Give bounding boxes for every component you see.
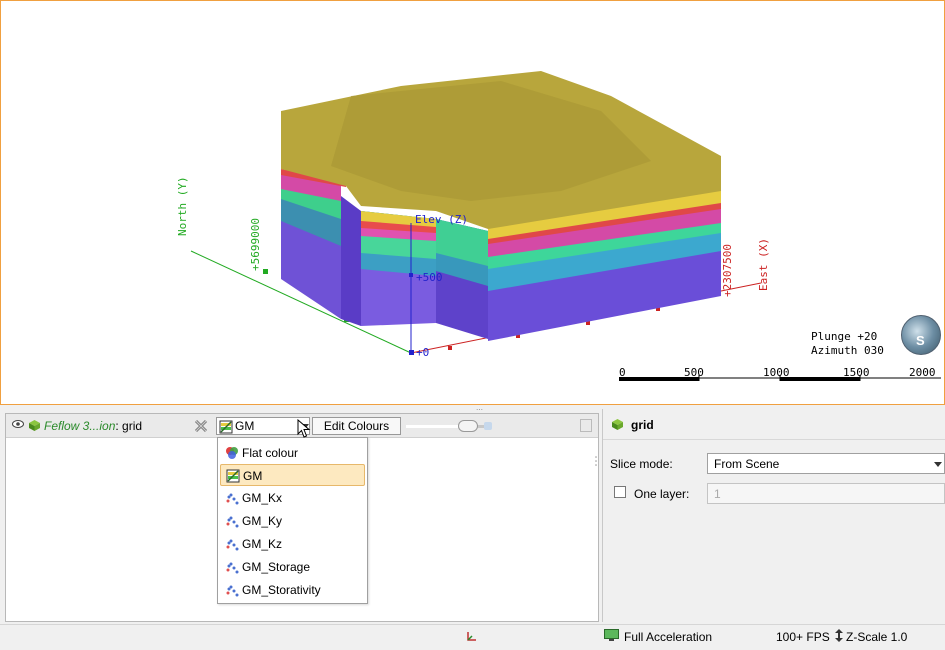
dropdown-item-label: GM_Kx (242, 491, 283, 505)
azimuth-text: Azimuth 030 (811, 344, 884, 357)
elev-axis-label: Elev (Z) (415, 213, 468, 226)
slice-mode-select[interactable]: From Scene (707, 453, 945, 474)
scale-tick-500: 500 (684, 366, 704, 379)
dropdown-item-label: GM (243, 469, 263, 483)
panel-menu-icon[interactable] (580, 419, 592, 432)
zscale-icon[interactable] (834, 629, 844, 642)
one-layer-checkbox[interactable] (614, 486, 626, 498)
scale-tick-0: 0 (619, 366, 626, 379)
dropdown-item-label: Flat colour (242, 446, 299, 460)
scale-tick-2000: 2000 (909, 366, 936, 379)
gm-icon (226, 469, 240, 483)
axes-small-icon (467, 632, 476, 641)
mouse-cursor-icon (297, 419, 311, 438)
properties-title: grid (631, 418, 654, 432)
dropdown-item-gm-storage[interactable]: GM_Storage (220, 556, 365, 578)
scale-tick-1000: 1000 (763, 366, 790, 379)
scatter-icon (226, 493, 239, 505)
dropdown-item-label: GM_Kz (242, 537, 283, 551)
compass-globe-icon[interactable]: S (901, 315, 941, 355)
gm-icon (219, 420, 233, 434)
shape-title-italic: Feflow 3...ion (44, 419, 116, 433)
scene-viewport[interactable]: North (Y) +5699000 East (X) +2307500 Ele… (0, 0, 945, 405)
dropdown-item-gm-ky[interactable]: GM_Ky (220, 510, 365, 532)
east-tick-label: +2307500 (721, 244, 734, 297)
dropdown-item-label: GM_Ky (242, 514, 283, 528)
scatter-icon (226, 585, 239, 597)
shape-title: Feflow 3...ion: grid (44, 419, 142, 433)
colour-select-value: GM (235, 419, 255, 433)
shape-title-rest: : grid (115, 419, 143, 433)
dropdown-item-gm-storativity[interactable]: GM_Storativity (220, 579, 365, 601)
remove-x-icon[interactable] (193, 418, 209, 434)
monitor-icon (604, 629, 619, 641)
one-layer-label: One layer: (634, 487, 690, 501)
dropdown-item-gm-kz[interactable]: GM_Kz (220, 533, 365, 555)
slice-mode-value: From Scene (714, 457, 780, 471)
plunge-text: Plunge +20 (811, 330, 878, 343)
acceleration-status: Full Acceleration (624, 630, 713, 644)
colour-select[interactable]: GM (216, 417, 310, 435)
opacity-slider-thumb[interactable] (458, 420, 478, 432)
one-layer-input[interactable]: 1 (707, 483, 945, 504)
scatter-icon (226, 539, 239, 551)
grid-cube-icon (612, 419, 623, 430)
colour-dropdown-list: Flat colour GM GM_Kx GM_Ky GM_Kz GM_Stor… (217, 437, 368, 604)
opacity-end-icon (484, 422, 492, 430)
chevron-down-icon (934, 462, 942, 467)
dropdown-item-label: GM_Storativity (242, 583, 321, 597)
opacity-slider-fill (406, 425, 458, 428)
dropdown-item-flat-colour[interactable]: Flat colour (220, 442, 365, 464)
north-tick-label: +5699000 (249, 218, 262, 271)
flat-colour-icon (226, 447, 238, 459)
properties-header: grid (603, 409, 945, 440)
fps-status: 100+ FPS (776, 630, 830, 644)
compass-letter: S (916, 333, 925, 348)
zscale-status[interactable]: Z-Scale 1.0 (846, 630, 907, 644)
grid-cube-icon (29, 420, 40, 431)
slice-mode-label: Slice mode: (610, 457, 673, 471)
scatter-icon (226, 516, 239, 528)
scale-tick-1500: 1500 (843, 366, 870, 379)
one-layer-value: 1 (714, 487, 721, 501)
dropdown-item-gm-kx[interactable]: GM_Kx (220, 487, 365, 509)
visibility-eye-icon[interactable] (12, 420, 24, 428)
edit-colours-button[interactable]: Edit Colours (312, 417, 401, 435)
elev-tick-500: +500 (416, 271, 443, 284)
plunge-readout: Plunge +20 Azimuth 030 (811, 330, 884, 358)
dropdown-item-gm[interactable]: GM (220, 464, 365, 486)
north-axis-label: North (Y) (176, 176, 189, 236)
east-axis-label: East (X) (757, 238, 770, 291)
panel-resize-grip-icon[interactable] (594, 455, 598, 469)
properties-panel: grid (602, 409, 945, 622)
scatter-icon (226, 562, 239, 574)
elev-tick-0: +0 (416, 346, 430, 359)
geological-model (190, 71, 941, 381)
dropdown-item-label: GM_Storage (242, 560, 311, 574)
